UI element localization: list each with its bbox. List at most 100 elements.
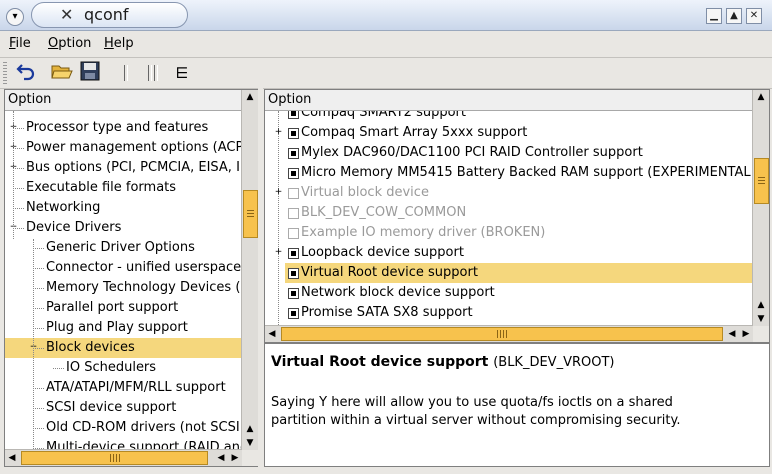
menu-file[interactable]: File [9, 36, 31, 51]
option-checkbox[interactable] [288, 208, 299, 219]
option-checkbox[interactable] [288, 308, 299, 319]
option-row[interactable]: Example IO memory driver (BROKEN) [285, 223, 752, 243]
option-row[interactable]: BLK_DEV_COW_COMMON [285, 203, 752, 223]
scroll-right-arrow-icon[interactable]: ▶ [228, 451, 242, 465]
tree-item[interactable]: + Bus options (PCI, PCMCIA, EISA, I [5, 158, 241, 178]
scroll-left-arrow-icon[interactable]: ◀ [265, 327, 279, 341]
tree-item-label: Old CD-ROM drivers (not SCSI [46, 420, 240, 435]
open-folder-icon[interactable] [50, 61, 74, 85]
right-hscroll-thumb[interactable] [281, 327, 723, 341]
single-view-icon[interactable] [124, 65, 128, 81]
right-vscroll-thumb[interactable] [754, 158, 769, 204]
option-row[interactable]: Compaq SMART2 support [285, 111, 752, 123]
option-label: Promise SATA SX8 support [301, 305, 473, 320]
expand-icon[interactable]: + [274, 248, 283, 257]
undo-icon[interactable] [14, 61, 38, 85]
help-text-line-1: Saying Y here will allow you to use quot… [271, 395, 673, 410]
title-bar[interactable]: ▾ ✕ qconf ▁ ▲ ✕ [0, 0, 772, 31]
tree-item[interactable]: SCSI device support [5, 398, 241, 418]
option-row[interactable]: + Virtual block device [275, 183, 752, 203]
scroll-up-arrow-icon-2[interactable]: ▲ [243, 422, 257, 436]
maximize-icon[interactable]: ▲ [726, 8, 742, 24]
left-header[interactable]: Option [5, 90, 258, 111]
scroll-right-arrow-icon[interactable]: ▶ [739, 327, 753, 341]
scroll-up-arrow-icon-2[interactable]: ▲ [754, 298, 768, 312]
tree-item-label: Parallel port support [46, 300, 179, 315]
tree-item[interactable]: Connector - unified userspace - [5, 258, 241, 278]
expand-icon[interactable]: + [274, 188, 283, 197]
tree-item[interactable]: Memory Technology Devices (M [5, 278, 241, 298]
tree-item-label: Plug and Play support [46, 320, 188, 335]
option-label: BLK_DEV_COW_COMMON [301, 205, 467, 220]
option-row[interactable]: Network block device support [285, 283, 752, 303]
left-corner [242, 450, 258, 466]
save-icon[interactable] [78, 61, 102, 85]
left-tree-panel: Option + Processor type and features + Powe… [4, 89, 259, 467]
tree-item-label: Generic Driver Options [46, 240, 195, 255]
right-vscroll[interactable]: ▲ ▲ ▼ [752, 90, 769, 326]
tree-item[interactable]: Networking [5, 198, 241, 218]
scroll-up-arrow-icon[interactable]: ▲ [754, 90, 768, 104]
tree-item-label: Block devices [46, 340, 135, 355]
option-checkbox[interactable] [288, 148, 299, 159]
tree-item-label: ATA/ATAPI/MFM/RLL support [46, 380, 226, 395]
tree-item[interactable]: − Device Drivers [5, 218, 241, 238]
option-checkbox[interactable] [288, 168, 299, 179]
tree-item[interactable]: Old CD-ROM drivers (not SCSI [5, 418, 241, 438]
help-title-text: Virtual Root device support [271, 354, 489, 370]
expand-icon[interactable]: + [274, 128, 283, 137]
scroll-down-arrow-icon[interactable]: ▼ [243, 436, 257, 450]
right-hscroll[interactable]: ◀ ◀ ▶ [265, 325, 753, 342]
option-label: Network block device support [301, 285, 495, 300]
option-checkbox[interactable] [288, 248, 299, 259]
close-icon[interactable]: ✕ [746, 8, 762, 24]
option-row[interactable]: + Compaq Smart Array 5xxx support [275, 123, 752, 143]
option-checkbox[interactable] [288, 288, 299, 299]
left-vscroll-thumb[interactable] [243, 190, 258, 238]
full-view-icon[interactable]: ⋿ [170, 61, 194, 85]
left-hscroll[interactable]: ◀ ◀ ▶ [5, 449, 242, 466]
option-checkbox[interactable] [288, 111, 299, 119]
scroll-down-arrow-icon[interactable]: ▼ [754, 312, 768, 326]
option-label: Compaq SMART2 support [301, 111, 467, 120]
menu-option[interactable]: Option [48, 36, 91, 51]
pane-splitter[interactable] [258, 88, 263, 468]
minimize-icon[interactable]: ▁ [706, 8, 722, 24]
option-label: Micro Memory MM5415 Battery Backed RAM s… [301, 165, 751, 180]
scroll-left-arrow-icon-2[interactable]: ◀ [214, 451, 228, 465]
window-menu-icon[interactable]: ▾ [6, 8, 24, 26]
right-list-rows: Compaq SMART2 support + Compaq Smart Array… [265, 111, 752, 325]
option-label: Virtual Root device support [301, 265, 478, 280]
option-row[interactable]: Micro Memory MM5415 Battery Backed RAM s… [285, 163, 752, 183]
tree-item[interactable]: Generic Driver Options [5, 238, 241, 258]
toolbar-handle[interactable] [3, 62, 7, 84]
tree-item[interactable]: IO Schedulers [5, 358, 241, 378]
option-row[interactable]: Mylex DAC960/DAC1100 PCI RAID Controller… [285, 143, 752, 163]
scroll-left-arrow-icon[interactable]: ◀ [5, 451, 19, 465]
option-row[interactable]: + Loopback device support [275, 243, 752, 263]
tree-item[interactable]: ATA/ATAPI/MFM/RLL support [5, 378, 241, 398]
scroll-left-arrow-icon-2[interactable]: ◀ [725, 327, 739, 341]
tree-item[interactable]: Executable file formats [5, 178, 241, 198]
menu-help[interactable]: Help [104, 36, 134, 51]
split-view-icon[interactable] [148, 65, 152, 81]
option-checkbox[interactable] [288, 128, 299, 139]
tree-item-label: Power management options (ACP [26, 140, 241, 155]
left-hscroll-thumb[interactable] [21, 451, 208, 465]
option-row[interactable]: Promise SATA SX8 support [285, 303, 752, 323]
scroll-up-arrow-icon[interactable]: ▲ [243, 90, 257, 104]
option-checkbox[interactable] [288, 268, 299, 279]
option-label: Compaq Smart Array 5xxx support [301, 125, 528, 140]
left-vscroll[interactable]: ▲ ▲ ▼ [241, 90, 258, 450]
title-pill[interactable]: ✕ qconf [31, 2, 188, 28]
right-header[interactable]: Option [265, 90, 769, 111]
tree-item[interactable]: + Power management options (ACP [5, 138, 241, 158]
option-row[interactable]: Virtual Root device support [285, 263, 752, 283]
option-checkbox[interactable] [288, 228, 299, 239]
tree-item[interactable]: Plug and Play support [5, 318, 241, 338]
tree-item[interactable]: Multi-device support (RAID and [5, 438, 241, 449]
tree-item[interactable]: − Block devices [5, 338, 241, 358]
option-checkbox[interactable] [288, 188, 299, 199]
tree-item[interactable]: Parallel port support [5, 298, 241, 318]
tree-item[interactable]: + Processor type and features [5, 118, 241, 138]
